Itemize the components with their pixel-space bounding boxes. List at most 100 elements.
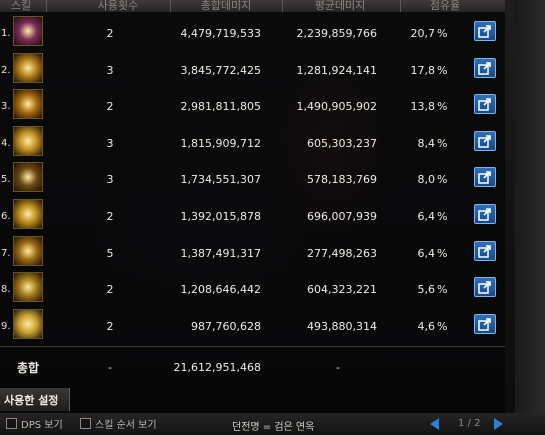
- total-count: -: [108, 361, 112, 374]
- avg-damage: 493,880,314: [307, 319, 377, 333]
- share-button[interactable]: [474, 57, 496, 78]
- skill-icon: [13, 162, 43, 193]
- share-percent: 17,8: [410, 63, 436, 77]
- row-rank: 8.: [1, 284, 11, 296]
- share-button[interactable]: [474, 94, 496, 115]
- row-rank: 7.: [1, 247, 11, 259]
- share-icon: [478, 244, 491, 258]
- table-row: 9. 2 987,760,628 493,880,314 4,6%: [0, 307, 505, 343]
- share-icon: [478, 208, 491, 221]
- use-count: 2: [106, 27, 114, 40]
- header-avg-damage: 평균데미지: [314, 0, 366, 12]
- skill-icon: [13, 52, 43, 83]
- share-percent: 20,7: [410, 27, 436, 40]
- total-damage: 1,734,551,307: [180, 173, 261, 187]
- skill-icon: [13, 125, 43, 156]
- share-icon: [478, 281, 491, 294]
- skill-order-checkbox[interactable]: [80, 418, 91, 429]
- header-divider: [282, 0, 283, 12]
- share-percent: 4,6: [417, 319, 436, 333]
- share-button[interactable]: [474, 277, 496, 298]
- table-row: 6. 2 1,392,015,878 696,007,939 6,4%: [0, 197, 505, 233]
- share-percent: 6,4: [417, 246, 436, 260]
- percent-sign: %: [437, 319, 448, 333]
- use-count: 2: [106, 283, 114, 297]
- tab-used-settings[interactable]: 사용한 설정: [0, 388, 70, 411]
- avg-damage: 604,323,221: [307, 283, 377, 297]
- share-percent: 6,4: [417, 210, 436, 223]
- table-row: 7. 5 1,387,491,317 277,498,263 6,4%: [0, 234, 505, 270]
- dps-checkbox[interactable]: [6, 418, 17, 429]
- row-rank: 1.: [1, 28, 11, 39]
- avg-damage: 2,239,859,766: [296, 27, 377, 40]
- use-count: 3: [106, 63, 114, 77]
- share-button[interactable]: [474, 204, 496, 224]
- total-damage: 4,479,719,533: [180, 27, 261, 40]
- dps-label: DPS 보기: [21, 420, 63, 431]
- total-label: 총합: [17, 361, 40, 375]
- total-damage: 1,815,909,712: [180, 136, 261, 150]
- total-damage: 3,845,772,425: [180, 63, 261, 77]
- row-rank: 3.: [1, 101, 11, 113]
- share-percent: 8,0: [417, 173, 436, 187]
- skill-icon: [13, 235, 43, 266]
- table-row: 4. 3 1,815,909,712 605,303,237 8,4%: [0, 124, 505, 160]
- total-damage: 21,612,951,468: [173, 361, 261, 374]
- use-count: 2: [106, 210, 114, 223]
- skill-icon: [13, 272, 43, 303]
- share-button[interactable]: [474, 313, 496, 334]
- share-button[interactable]: [474, 130, 496, 151]
- total-damage: 2,981,811,805: [180, 100, 261, 114]
- tab-bar: 사용한 설정: [0, 388, 505, 411]
- table-row: 1. 2 4,479,719,533 2,239,859,766 20,7%: [0, 14, 505, 50]
- header-total-damage: 총합데미지: [200, 0, 252, 12]
- share-percent: 13,8: [410, 100, 436, 114]
- share-icon: [478, 25, 491, 38]
- row-rank: 4.: [1, 137, 11, 149]
- avg-damage: 696,007,939: [307, 210, 377, 223]
- percent-sign: %: [437, 27, 448, 40]
- share-button[interactable]: [474, 240, 496, 261]
- percent-sign: %: [437, 210, 448, 223]
- dungeon-mode-text: 던전명 = 검은 연옥: [232, 422, 315, 433]
- avg-damage: 1,281,924,141: [296, 63, 377, 77]
- table-row: 5. 3 1,734,551,307 578,183,769 8,0%: [0, 160, 505, 196]
- share-icon: [478, 61, 491, 75]
- percent-sign: %: [437, 246, 448, 260]
- use-count: 3: [106, 136, 114, 150]
- share-button[interactable]: [474, 21, 496, 41]
- header-share: 점유율: [429, 0, 461, 12]
- percent-sign: %: [437, 283, 448, 297]
- skill-icon: [13, 89, 43, 120]
- header-skill: 스킬: [10, 0, 32, 12]
- row-rank: 6.: [1, 211, 11, 222]
- right-edge-background: [515, 0, 545, 435]
- damage-stats-panel: 스킬 사용횟수 총합데미지 평균데미지 점유율 1. 2 4,479,719,533…: [0, 0, 505, 413]
- table-row: 3. 2 2,981,811,805 1,490,905,902 13,8%: [0, 87, 505, 123]
- share-button[interactable]: [474, 167, 496, 188]
- share-icon: [478, 98, 491, 111]
- share-icon: [478, 134, 491, 148]
- next-page-arrow-icon[interactable]: [494, 418, 503, 430]
- header-use-count: 사용횟수: [97, 0, 139, 12]
- row-rank: 2.: [1, 64, 11, 76]
- prev-page-arrow-icon[interactable]: [430, 418, 439, 430]
- percent-sign: %: [437, 100, 448, 114]
- skill-icon: [13, 16, 43, 46]
- use-count: 2: [106, 319, 114, 333]
- total-avg: -: [336, 361, 340, 374]
- percent-sign: %: [437, 173, 448, 187]
- share-percent: 8,4: [417, 136, 436, 150]
- total-divider: [0, 346, 505, 347]
- skill-icon: [13, 308, 43, 339]
- skill-order-label: 스킬 순서 보기: [95, 420, 157, 431]
- page-indicator: 1 / 2: [458, 418, 481, 429]
- share-percent: 5,6: [417, 283, 436, 297]
- total-damage: 1,208,646,442: [180, 283, 261, 297]
- percent-sign: %: [437, 136, 448, 150]
- avg-damage: 578,183,769: [307, 173, 377, 187]
- bottom-bar: DPS 보기 스킬 순서 보기 던전명 = 검은 연옥 1 / 2: [0, 413, 545, 435]
- header-divider: [46, 0, 47, 12]
- skill-icon: [13, 199, 43, 229]
- row-rank: 5.: [1, 174, 11, 186]
